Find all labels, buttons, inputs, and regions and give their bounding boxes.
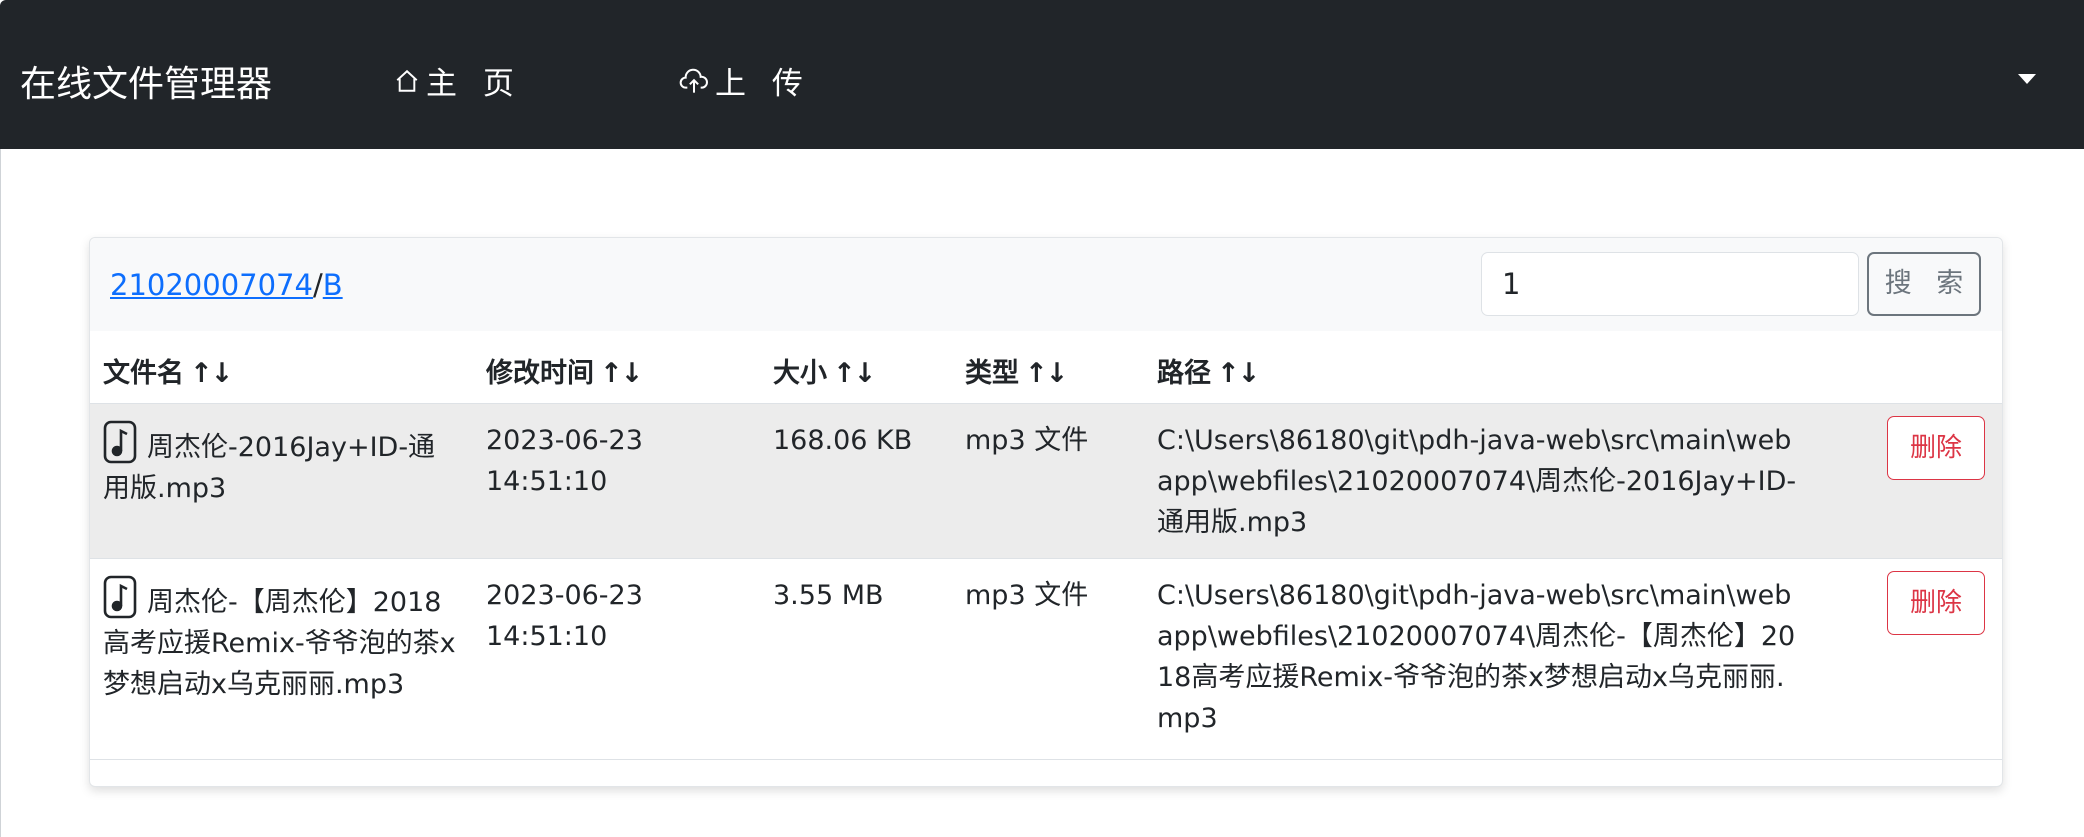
house-icon: [396, 69, 418, 92]
sort-icon[interactable]: ↑↓: [833, 358, 876, 389]
caret-down-icon[interactable]: [2018, 74, 2036, 84]
header-name-label: 文件名: [103, 358, 184, 389]
file-name[interactable]: 周杰伦-2016Jay+ID-通用版.mp3: [103, 432, 435, 504]
file-name-cell: 周杰伦-【周杰伦】2018高考应援Remix-爷爷泡的茶x梦想启动x乌克丽丽.m…: [103, 575, 458, 705]
header-name[interactable]: 文件名 ↑↓: [103, 351, 233, 390]
file-music-icon: [103, 420, 137, 464]
navbar: 在线文件管理器 主 页 上 传: [0, 0, 2084, 149]
sort-icon[interactable]: ↑↓: [1217, 358, 1260, 389]
nav-home-link[interactable]: 主 页: [394, 58, 522, 103]
nav-upload-link[interactable]: 上 传: [679, 58, 811, 103]
header-path[interactable]: 路径 ↑↓: [1157, 351, 1260, 390]
card-header: 21020007074/B 1 搜 索: [90, 238, 2002, 331]
file-size: 168.06 KB: [773, 425, 913, 456]
table-row[interactable]: 周杰伦-2016Jay+ID-通用版.mp3 2023-06-23 14:51:…: [90, 404, 2002, 559]
breadcrumb-separator: /: [312, 268, 323, 302]
breadcrumb-folder-link[interactable]: B: [323, 268, 343, 302]
nav-home-label: 主 页: [426, 66, 522, 102]
header-size[interactable]: 大小 ↑↓: [773, 351, 876, 390]
modified-time: 2023-06-23 14:51:10: [486, 425, 643, 497]
breadcrumb: 21020007074/B: [110, 268, 343, 302]
cloud-upload-icon: [679, 68, 708, 93]
header-modified-label: 修改时间: [486, 358, 594, 389]
search-button[interactable]: 搜 索: [1867, 252, 1981, 316]
header-size-label: 大小: [773, 358, 827, 389]
sort-icon[interactable]: ↑↓: [1025, 358, 1068, 389]
table-header: 文件名 ↑↓ 修改时间 ↑↓ 大小 ↑↓ 类型 ↑↓ 路径 ↑↓: [90, 331, 2002, 404]
breadcrumb-user-link[interactable]: 21020007074: [110, 268, 313, 302]
sort-icon[interactable]: ↑↓: [190, 358, 233, 389]
file-type: mp3 文件: [965, 580, 1089, 611]
search-input[interactable]: 1: [1481, 252, 1859, 316]
delete-button[interactable]: 删除: [1887, 571, 1985, 635]
sort-icon[interactable]: ↑↓: [600, 358, 643, 389]
modified-time: 2023-06-23 14:51:10: [486, 580, 643, 652]
header-modified[interactable]: 修改时间 ↑↓: [486, 351, 643, 390]
file-name-cell: 周杰伦-2016Jay+ID-通用版.mp3: [103, 420, 458, 509]
header-type-label: 类型: [965, 358, 1019, 389]
file-music-icon: [103, 575, 137, 619]
file-list-card: 21020007074/B 1 搜 索 文件名 ↑↓ 修改时间 ↑↓ 大小 ↑↓ 类型…: [89, 237, 2003, 787]
delete-button[interactable]: 删除: [1887, 416, 1985, 480]
file-path: C:\Users\86180\git\pdh-java-web\src\main…: [1157, 580, 1796, 734]
nav-upload-label: 上 传: [715, 66, 811, 102]
file-path: C:\Users\86180\git\pdh-java-web\src\main…: [1157, 425, 1797, 538]
brand-title[interactable]: 在线文件管理器: [20, 55, 272, 107]
header-path-label: 路径: [1157, 358, 1211, 389]
file-name[interactable]: 周杰伦-【周杰伦】2018高考应援Remix-爷爷泡的茶x梦想启动x乌克丽丽.m…: [103, 587, 456, 700]
table-row[interactable]: 周杰伦-【周杰伦】2018高考应援Remix-爷爷泡的茶x梦想启动x乌克丽丽.m…: [90, 559, 2002, 760]
header-type[interactable]: 类型 ↑↓: [965, 351, 1068, 390]
file-type: mp3 文件: [965, 425, 1089, 456]
file-size: 3.55 MB: [773, 580, 884, 611]
